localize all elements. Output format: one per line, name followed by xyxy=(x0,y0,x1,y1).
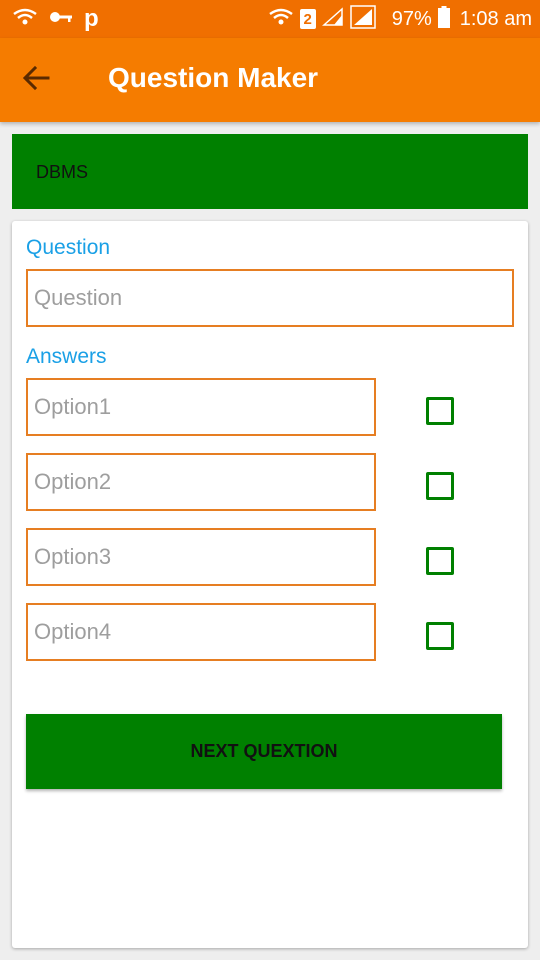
subject-label: DBMS xyxy=(36,162,89,182)
sim-badge-icon: 2 xyxy=(299,9,316,29)
battery-percent: 97% xyxy=(391,7,432,30)
option1-checkbox[interactable] xyxy=(426,397,454,425)
question-label: Question xyxy=(26,236,111,259)
option3-checkbox[interactable] xyxy=(426,547,454,575)
next-question-button[interactable]: NEXT QUEXTION xyxy=(26,714,502,789)
question-form-card: Question Answers NEXT QUEXTION xyxy=(12,221,528,948)
status-bar-right: 2 97% 1:08 am xyxy=(268,0,532,38)
carrier-logo: p xyxy=(84,5,99,32)
wifi-call-icon xyxy=(268,7,294,32)
clock: 1:08 am xyxy=(459,7,532,30)
back-button[interactable] xyxy=(14,58,58,102)
option2-input[interactable] xyxy=(26,453,376,511)
option1-input[interactable] xyxy=(26,378,376,436)
arrow-left-icon xyxy=(22,64,50,97)
option4-input[interactable] xyxy=(26,603,376,661)
option4-checkbox[interactable] xyxy=(426,622,454,650)
answers-label: Answers xyxy=(26,345,107,368)
signal-icon xyxy=(321,6,344,32)
status-bar-left: p xyxy=(12,0,99,38)
status-bar: p 2 97% 1:08 am xyxy=(0,0,540,38)
app-bar: Question Maker xyxy=(0,38,540,122)
battery-icon xyxy=(437,5,450,33)
option3-input[interactable] xyxy=(26,528,376,586)
sim-number: 2 xyxy=(303,10,312,28)
signal-icon xyxy=(349,4,376,34)
subject-bar: DBMS xyxy=(12,134,528,209)
key-icon xyxy=(48,7,74,32)
question-input[interactable] xyxy=(26,269,514,327)
wifi-call-icon xyxy=(12,7,38,32)
option2-checkbox[interactable] xyxy=(426,472,454,500)
page-title: Question Maker xyxy=(108,62,319,93)
